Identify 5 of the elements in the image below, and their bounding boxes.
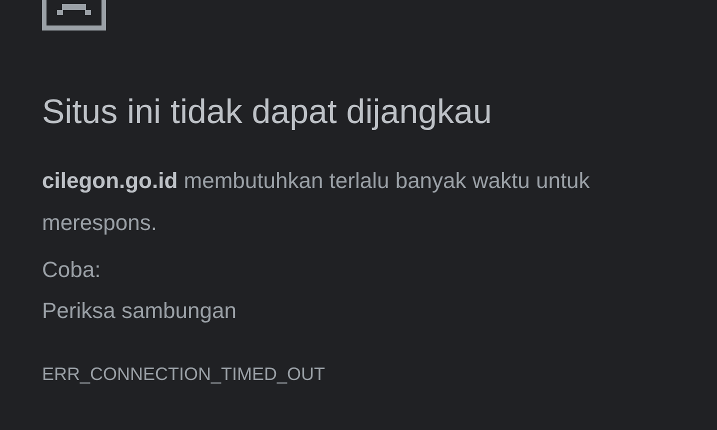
suggestions-label: Coba:: [42, 256, 102, 284]
error-code: ERR_CONNECTION_TIMED_OUT: [42, 363, 326, 385]
page-heading: Situs ini tidak dapat dijangkau: [42, 92, 493, 133]
error-message: cilegon.go.id membutuhkan terlalu banyak waktu untuk merespons.: [42, 167, 591, 237]
suggestion-text: Periksa sambungan: [42, 297, 238, 325]
